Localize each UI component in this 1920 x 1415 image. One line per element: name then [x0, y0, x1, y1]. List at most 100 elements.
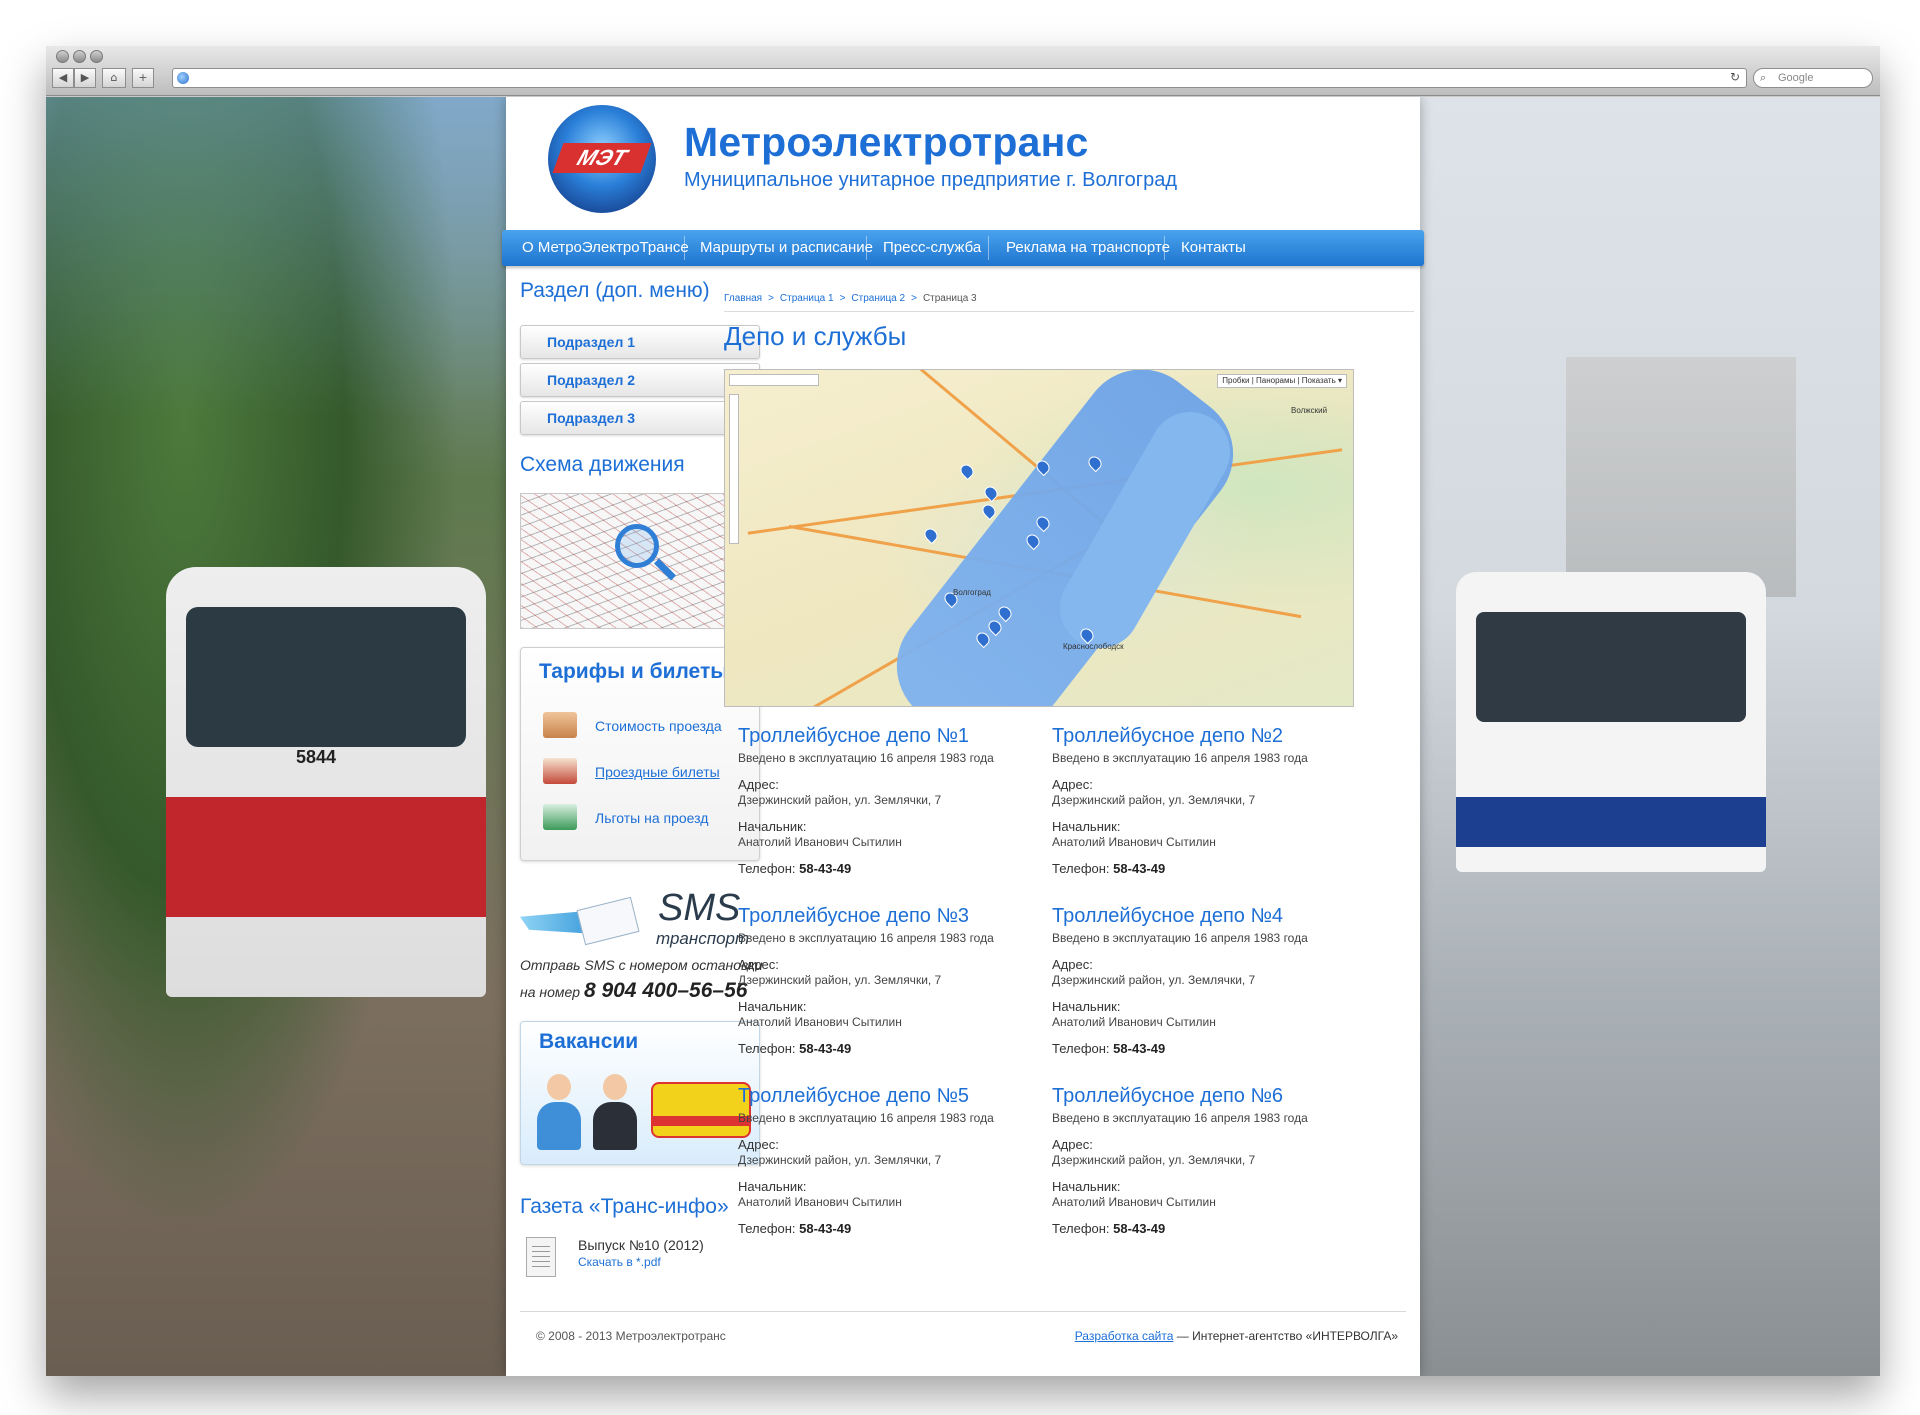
- menu-item-about[interactable]: О МетроЭлектроТрансе: [522, 230, 689, 266]
- depot-title[interactable]: Троллейбусное депо №1: [738, 725, 1038, 751]
- tickets-icon: [543, 712, 577, 738]
- minimize-window-icon[interactable]: [73, 50, 86, 63]
- address-label: Адрес:: [738, 777, 779, 792]
- trolleybus-icon: [543, 804, 577, 830]
- download-pdf-link[interactable]: Скачать в *.pdf: [578, 1255, 661, 1269]
- depot-map[interactable]: Пробки | Панорамы | Показать ▾ Волгоград…: [724, 369, 1354, 707]
- map-pin-icon[interactable]: [921, 525, 941, 545]
- divider: [724, 311, 1414, 312]
- depot-address: Дзержинский район, ул. Землячки, 7: [738, 793, 942, 807]
- depot-phone: 58-43-49: [799, 861, 852, 876]
- phone-label: Телефон:: [1052, 1041, 1110, 1056]
- depot-chief: Анатолий Иванович Сытилин: [738, 1195, 902, 1209]
- chief-label: Начальник:: [1052, 1179, 1121, 1194]
- menu-divider: [866, 236, 867, 260]
- depot-intro: Введено в эксплуатацию 16 апреля 1983 го…: [738, 751, 994, 765]
- magnifier-icon: [615, 524, 659, 568]
- tram-icon: [651, 1082, 751, 1138]
- map-toolbar[interactable]: [729, 374, 819, 386]
- map-layer-controls[interactable]: Пробки | Панорамы | Показать ▾: [1217, 374, 1347, 388]
- sms-logo-text: SMS: [658, 887, 741, 929]
- newspaper-issue: Выпуск №10 (2012): [578, 1237, 704, 1253]
- depot-phone-line: Телефон: 58-43-49: [738, 861, 1038, 876]
- browser-search-placeholder: Google: [1778, 72, 1814, 84]
- vacancies-banner[interactable]: Вакансии: [520, 1021, 760, 1165]
- address-label: Адрес:: [1052, 777, 1093, 792]
- site-container: МЭТ Метроэлектротранс Муниципальное унит…: [502, 97, 1424, 1376]
- address-label: Адрес:: [1052, 1137, 1093, 1152]
- depot-card: Троллейбусное депо №3 Введено в эксплуат…: [738, 905, 1038, 1056]
- close-window-icon[interactable]: [56, 50, 69, 63]
- depot-address: Дзержинский район, ул. Землячки, 7: [1052, 973, 1256, 987]
- depot-card: Троллейбусное депо №2 Введено в эксплуат…: [1052, 725, 1352, 876]
- map-zoom-slider[interactable]: [729, 394, 739, 544]
- depot-address: Дзержинский район, ул. Землячки, 7: [1052, 1153, 1256, 1167]
- reload-icon[interactable]: ↻: [1730, 70, 1740, 84]
- tariff-link-price[interactable]: Стоимость проезда: [595, 718, 722, 734]
- footer-copyright: © 2008 - 2013 Метроэлектротранс: [536, 1329, 726, 1343]
- depot-phone-line: Телефон: 58-43-49: [738, 1041, 1038, 1056]
- sms-instruction: Отправь SMS с номером остановки: [520, 957, 763, 973]
- new-tab-plus-icon[interactable]: +: [132, 68, 154, 88]
- newspaper-title: Газета «Транс-инфо»: [520, 1195, 729, 1218]
- depot-card: Троллейбусное депо №1 Введено в эксплуат…: [738, 725, 1038, 876]
- map-pin-icon[interactable]: [957, 461, 977, 481]
- sms-number-line: на номер 8 904 400–56–56: [520, 979, 747, 1003]
- phone-label: Телефон:: [1052, 861, 1110, 876]
- depot-card: Троллейбусное депо №4 Введено в эксплуат…: [1052, 905, 1352, 1056]
- menu-item-advertising[interactable]: Реклама на транспорте: [1006, 230, 1170, 266]
- breadcrumb-page-1[interactable]: Страница 1: [780, 293, 834, 304]
- breadcrumb-page-2[interactable]: Страница 2: [851, 293, 905, 304]
- phone-label: Телефон:: [738, 1041, 796, 1056]
- sms-number: 8 904 400–56–56: [583, 979, 748, 1002]
- building-image: [1566, 357, 1796, 597]
- menu-item-contacts[interactable]: Контакты: [1181, 230, 1246, 266]
- breadcrumb: Главная > Страница 1 > Страница 2 > Страница 3: [724, 293, 977, 304]
- envelope-icon: [576, 896, 640, 946]
- trolleybus-image: [1456, 572, 1766, 872]
- menu-item-routes[interactable]: Маршруты и расписание: [700, 230, 873, 266]
- address-label: Адрес:: [738, 957, 779, 972]
- search-icon: ⌕: [1760, 72, 1767, 84]
- address-label: Адрес:: [1052, 957, 1093, 972]
- depot-chief: Анатолий Иванович Сытилин: [1052, 1015, 1216, 1029]
- background-photo-tram: 5844: [46, 97, 506, 1376]
- menu-divider: [988, 236, 989, 260]
- developer-text: — Интернет-агентство «ИНТЕРВОЛГА»: [1173, 1329, 1398, 1343]
- depot-intro: Введено в эксплуатацию 16 апреля 1983 го…: [1052, 751, 1308, 765]
- tariff-link-benefits[interactable]: Льготы на проезд: [595, 810, 708, 826]
- browser-search-field[interactable]: ⌕ Google: [1753, 68, 1873, 88]
- depot-title[interactable]: Троллейбусное депо №2: [1052, 725, 1352, 751]
- vacancies-title: Вакансии: [539, 1030, 639, 1053]
- background-photo-trolleybus: [1420, 97, 1880, 1376]
- home-icon[interactable]: ⌂: [102, 68, 126, 88]
- depot-title[interactable]: Троллейбусное депо №6: [1052, 1085, 1352, 1111]
- back-arrow-icon[interactable]: ◀: [52, 68, 74, 88]
- page-title: Депо и службы: [724, 321, 907, 351]
- developer-link[interactable]: Разработка сайта: [1075, 1329, 1174, 1343]
- met-logo[interactable]: МЭТ: [548, 105, 656, 213]
- depot-intro: Введено в эксплуатацию 16 апреля 1983 го…: [738, 1111, 994, 1125]
- depot-title[interactable]: Троллейбусное депо №5: [738, 1085, 1038, 1111]
- depot-intro: Введено в эксплуатацию 16 апреля 1983 го…: [1052, 1111, 1308, 1125]
- depot-address: Дзержинский район, ул. Землячки, 7: [1052, 793, 1256, 807]
- tariff-link-passes[interactable]: Проездные билеты: [595, 764, 720, 780]
- depot-title[interactable]: Троллейбусное депо №4: [1052, 905, 1352, 931]
- logo-mark: МЭТ: [552, 143, 652, 173]
- forward-arrow-icon[interactable]: ▶: [74, 68, 96, 88]
- site-title[interactable]: Метроэлектротранс: [684, 119, 1089, 166]
- breadcrumb-current: Страница 3: [922, 293, 977, 304]
- menu-item-press[interactable]: Пресс-служба: [883, 230, 981, 266]
- browser-window: ◀ ▶ ⌂ + ↻ ⌕ Google 5844 МЭТ Метроэлектро…: [46, 46, 1880, 1376]
- phone-label: Телефон:: [738, 1221, 796, 1236]
- zoom-window-icon[interactable]: [90, 50, 103, 63]
- breadcrumb-home[interactable]: Главная: [724, 293, 762, 304]
- stewardess-icon: [537, 1074, 581, 1150]
- document-icon: [526, 1237, 556, 1277]
- address-bar[interactable]: ↻: [172, 68, 1747, 88]
- businessman-icon: [593, 1074, 637, 1150]
- map-label-volgograd: Волгоград: [953, 588, 991, 597]
- tariffs-title: Тарифы и билеты: [539, 660, 729, 683]
- depot-title[interactable]: Троллейбусное депо №3: [738, 905, 1038, 931]
- chief-label: Начальник:: [1052, 999, 1121, 1014]
